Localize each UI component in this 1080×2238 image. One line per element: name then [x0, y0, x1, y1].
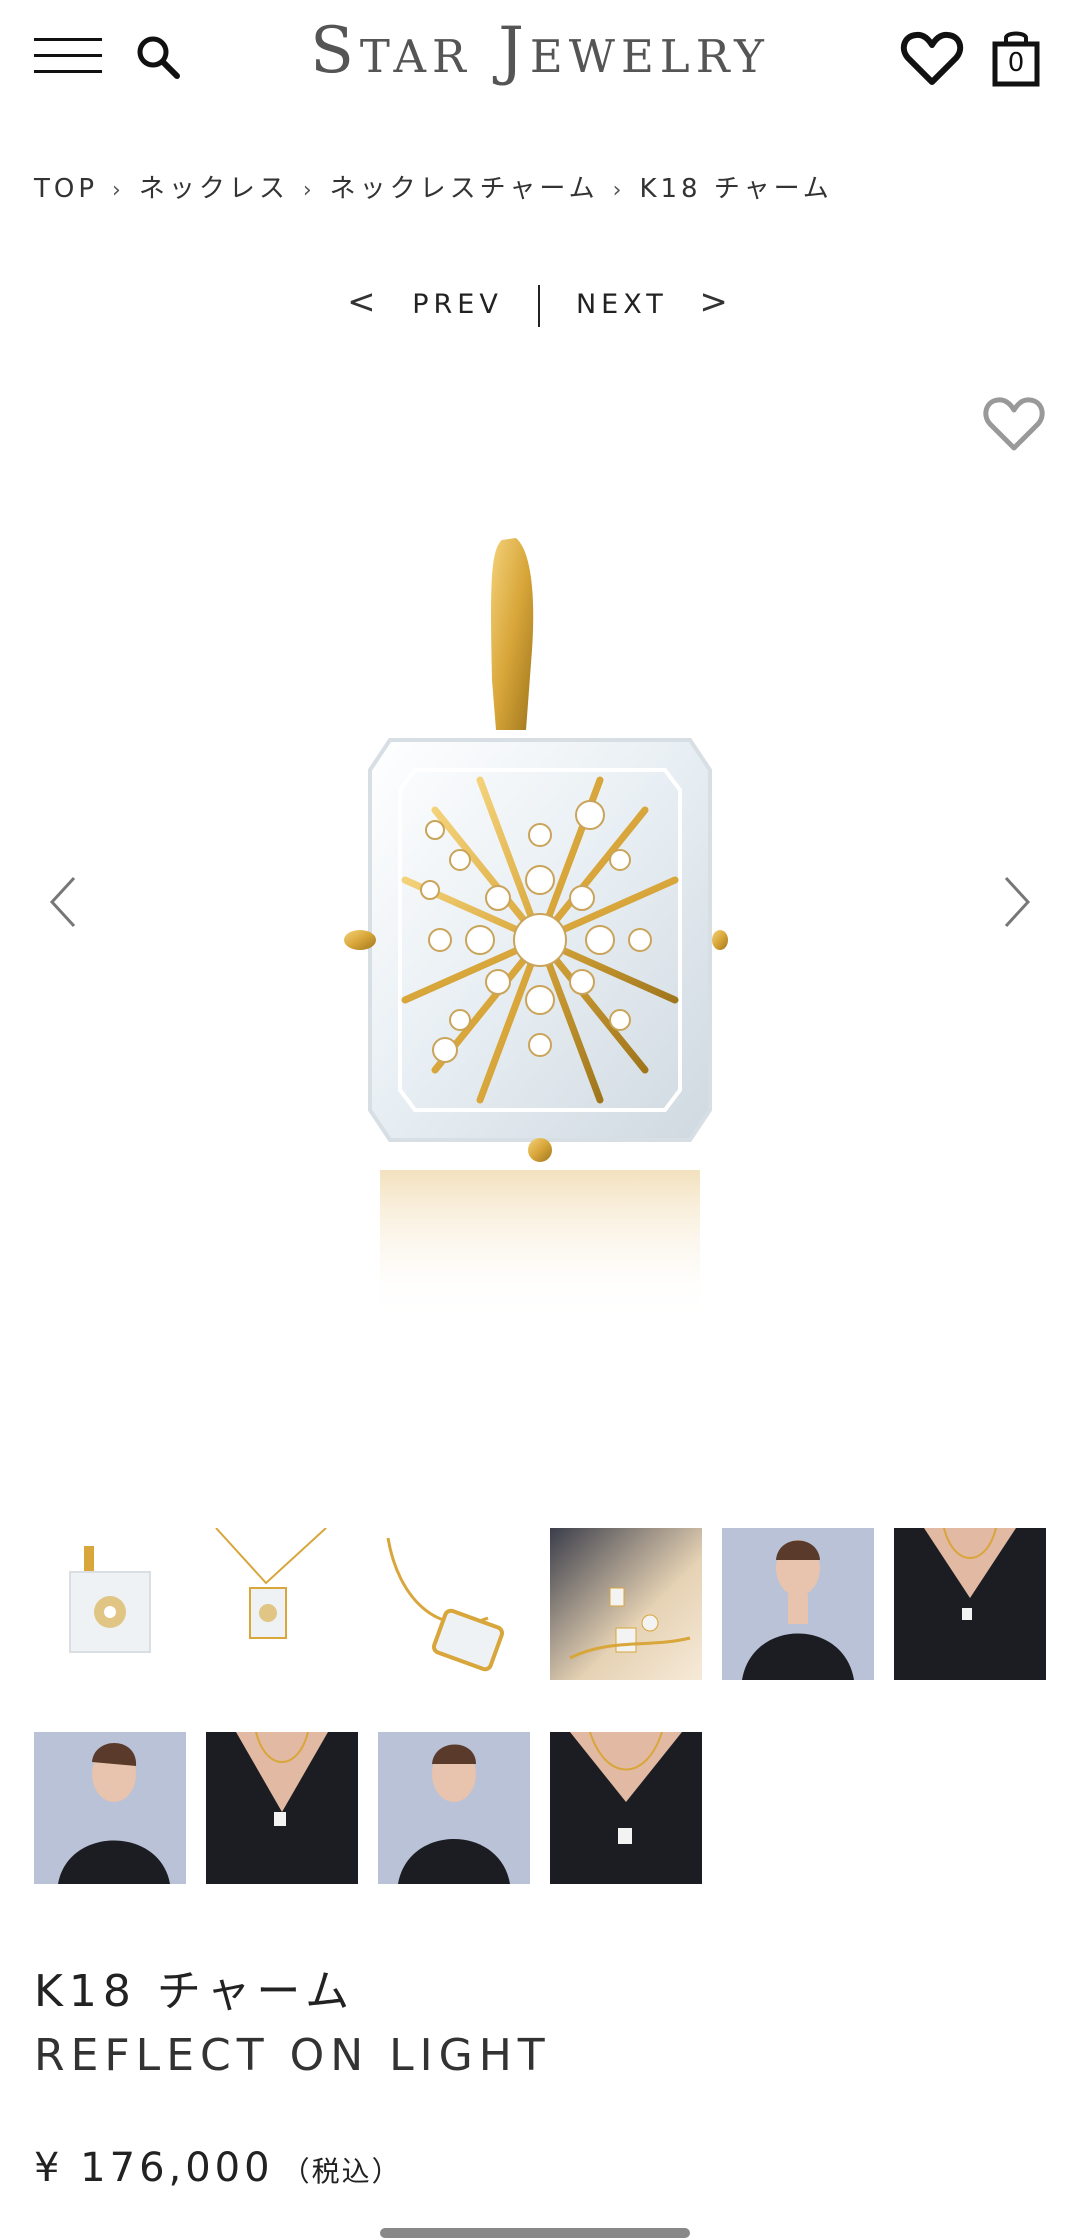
product-name: K18 チャーム [34, 1966, 356, 2017]
breadcrumb-separator-icon: › [302, 178, 316, 203]
product-price: ¥ 176,000 （税込） [34, 2145, 402, 2191]
favorite-heart-icon[interactable] [982, 395, 1046, 453]
breadcrumb-current: K18 チャーム [639, 174, 833, 204]
product-collection: REFLECT ON LIGHT [34, 2030, 551, 2081]
product-main-image [344, 538, 728, 1320]
next-arrow-icon[interactable]: > [699, 282, 733, 322]
thumbnail-1[interactable] [34, 1528, 186, 1680]
cart-count: 0 [1007, 48, 1025, 78]
breadcrumb-necklace[interactable]: ネックレス [139, 174, 289, 204]
next-link[interactable]: NEXT [576, 289, 668, 320]
thumbnail-8[interactable] [206, 1732, 358, 1884]
thumbnail-6[interactable] [894, 1528, 1046, 1680]
thumbnail-3[interactable] [378, 1528, 530, 1680]
thumbnail-10[interactable] [550, 1732, 702, 1884]
thumbnail-4[interactable] [550, 1528, 702, 1680]
search-icon[interactable] [133, 32, 183, 82]
price-value: ¥ 176,000 [34, 2145, 274, 2191]
wishlist-heart-icon[interactable] [900, 30, 964, 86]
home-indicator [380, 2228, 690, 2238]
breadcrumb-top[interactable]: TOP [34, 174, 98, 204]
carousel-next-icon[interactable] [996, 872, 1036, 932]
breadcrumb-separator-icon: › [112, 178, 125, 203]
menu-icon[interactable] [34, 34, 102, 78]
product-pager: < PREV NEXT > [0, 282, 1080, 327]
carousel-prev-icon[interactable] [44, 872, 84, 932]
pager-divider [538, 284, 541, 327]
site-logo[interactable]: Star Jewelry [270, 14, 810, 88]
cart-button[interactable]: 0 [990, 28, 1042, 88]
breadcrumb-necklace-charm[interactable]: ネックレスチャーム [330, 174, 599, 204]
prev-arrow-icon[interactable]: < [347, 282, 381, 322]
thumbnail-2[interactable] [206, 1528, 358, 1680]
prev-link[interactable]: PREV [412, 289, 503, 320]
thumbnail-7[interactable] [34, 1732, 186, 1884]
thumbnail-9[interactable] [378, 1732, 530, 1884]
thumbnail-5[interactable] [722, 1528, 874, 1680]
site-header: Star Jewelry 0 [0, 0, 1080, 120]
breadcrumb: TOP › ネックレス › ネックレスチャーム › K18 チャーム [34, 168, 833, 205]
tax-note: （税込） [281, 2155, 402, 2188]
breadcrumb-separator-icon: › [612, 178, 626, 203]
